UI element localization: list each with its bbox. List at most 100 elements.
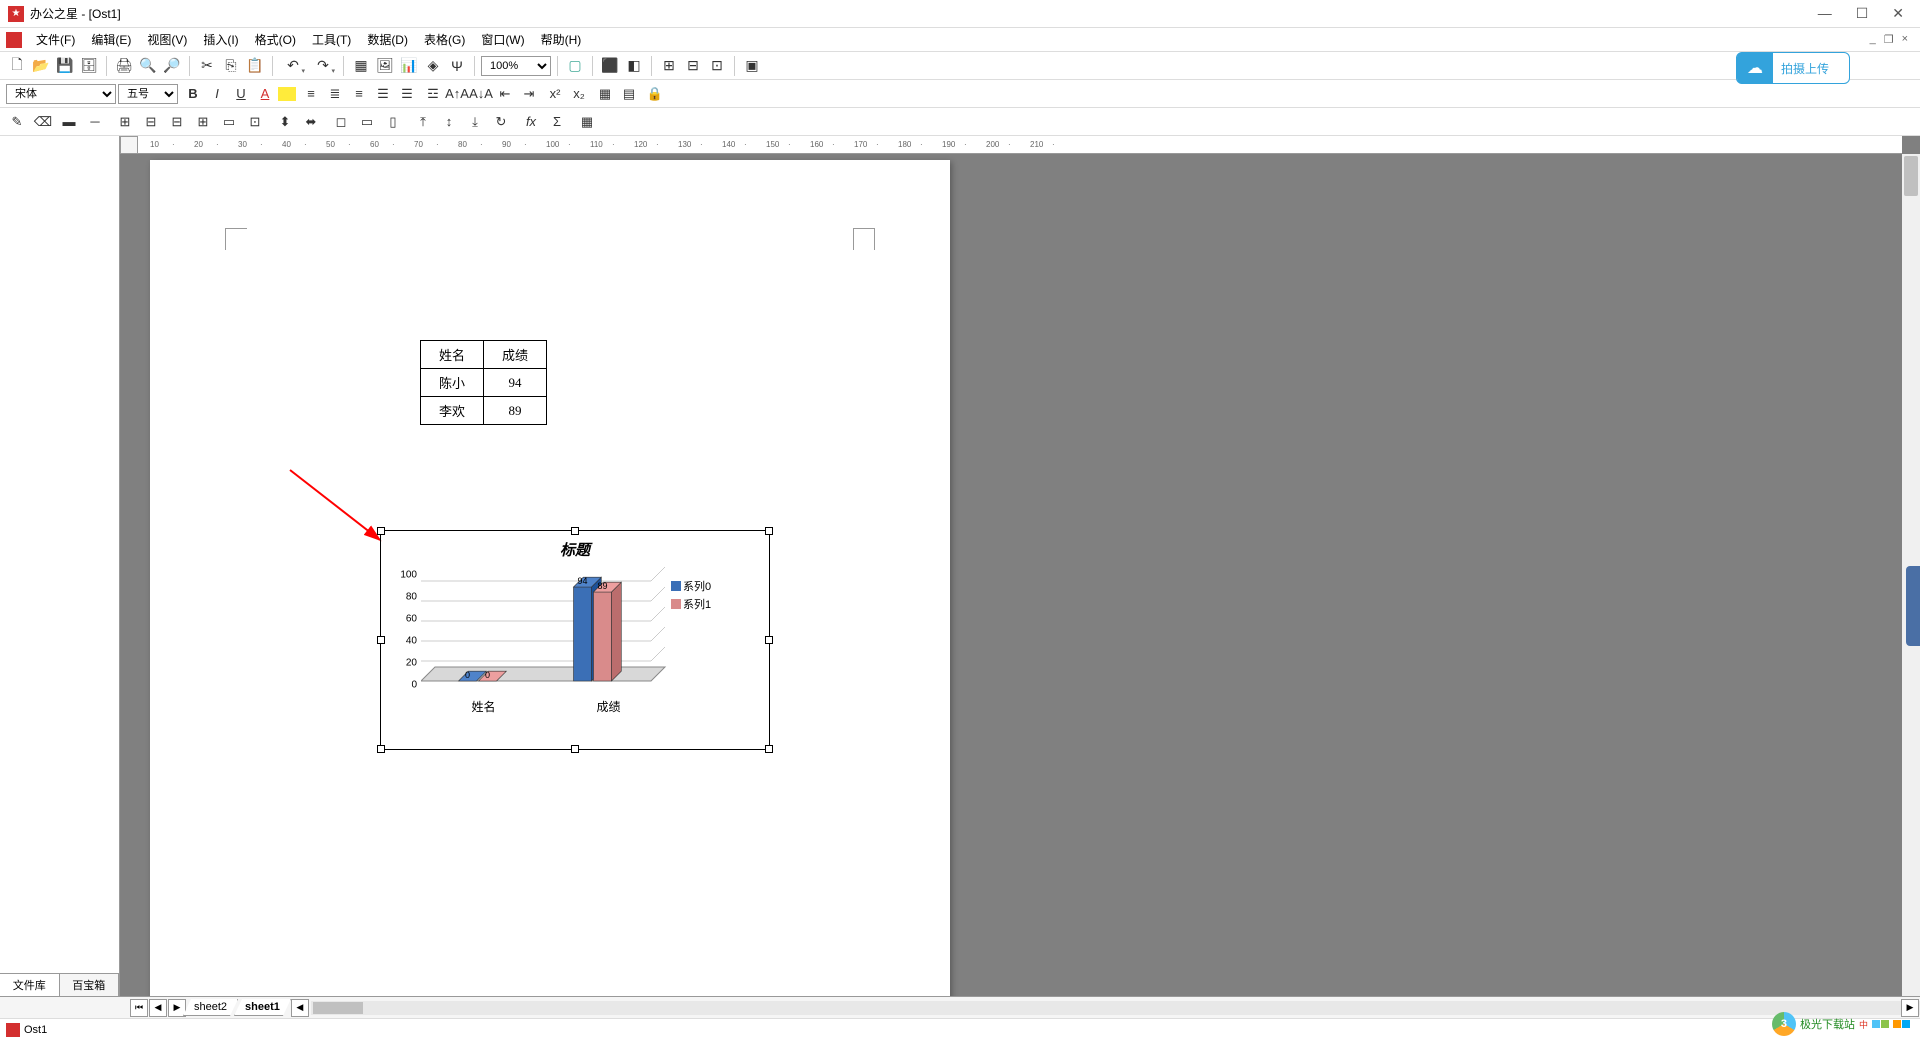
- font-color-button[interactable]: A: [254, 83, 276, 105]
- underline-button[interactable]: U: [230, 83, 252, 105]
- cut-button[interactable]: ✂: [196, 55, 218, 77]
- left-tab-files[interactable]: 文件库: [0, 974, 60, 996]
- minimize-button[interactable]: —: [1818, 5, 1832, 22]
- valign-mid-button[interactable]: ↕: [438, 111, 460, 133]
- paste-button[interactable]: 📋: [244, 55, 266, 77]
- delete-row-button[interactable]: ⊟: [166, 111, 188, 133]
- scrollbar-thumb[interactable]: [313, 1002, 363, 1014]
- grid1-button[interactable]: ⊞: [658, 55, 680, 77]
- symbol-button[interactable]: Ψ: [446, 55, 468, 77]
- close-button[interactable]: ✕: [1892, 5, 1904, 22]
- horizontal-scrollbar[interactable]: ◀▶: [311, 1001, 1920, 1015]
- cell1-button[interactable]: ◻: [330, 111, 352, 133]
- delete-col-button[interactable]: ⊞: [192, 111, 214, 133]
- style2-button[interactable]: A↓A: [470, 83, 492, 105]
- border2-button[interactable]: ▤: [618, 83, 640, 105]
- redo-button[interactable]: ↷: [309, 55, 337, 77]
- font-size-select[interactable]: 五号: [118, 84, 178, 104]
- scrollbar-thumb[interactable]: [1904, 156, 1918, 196]
- layout1-button[interactable]: ▢: [564, 55, 586, 77]
- sheet-tab[interactable]: sheet1: [234, 999, 291, 1016]
- align-right-button[interactable]: ≡: [348, 83, 370, 105]
- lock-button[interactable]: 🔒: [644, 83, 666, 105]
- extra-button[interactable]: ▣: [741, 55, 763, 77]
- table-cell[interactable]: 89: [484, 397, 547, 425]
- open-button[interactable]: 📂: [30, 55, 52, 77]
- highlight-button[interactable]: [278, 87, 296, 101]
- align-center-button[interactable]: ≣: [324, 83, 346, 105]
- resize-handle[interactable]: [377, 745, 385, 753]
- copy-button[interactable]: ⎘: [220, 55, 242, 77]
- table-button[interactable]: ▦: [350, 55, 372, 77]
- resize-handle[interactable]: [765, 527, 773, 535]
- split-button[interactable]: ⊡: [244, 111, 266, 133]
- grid2-button[interactable]: ⊟: [682, 55, 704, 77]
- split-h-button[interactable]: ⬛: [599, 55, 621, 77]
- table-cell[interactable]: 94: [484, 369, 547, 397]
- menu-view[interactable]: 视图(V): [139, 29, 195, 50]
- mdi-close[interactable]: ×: [1902, 33, 1908, 46]
- fill-button[interactable]: ▬: [58, 111, 80, 133]
- document-page[interactable]: 姓名 成绩 陈小 94 李欢 89: [150, 160, 950, 996]
- cell2-button[interactable]: ▭: [356, 111, 378, 133]
- resize-handle[interactable]: [377, 636, 385, 644]
- thumbnail-area[interactable]: [0, 136, 119, 973]
- resize-handle[interactable]: [571, 745, 579, 753]
- resize-handle[interactable]: [765, 745, 773, 753]
- save-button[interactable]: 💾: [54, 55, 76, 77]
- pen-button[interactable]: ✎: [6, 111, 28, 133]
- sub-button[interactable]: x₂: [568, 83, 590, 105]
- canvas-area[interactable]: 10·20·30·40·50·60·70·80·90·100·110·120·1…: [120, 136, 1920, 996]
- data-table[interactable]: 姓名 成绩 陈小 94 李欢 89: [420, 340, 547, 425]
- dist-rows-button[interactable]: ⬍: [274, 111, 296, 133]
- preview-button[interactable]: 🔍: [137, 55, 159, 77]
- resize-handle[interactable]: [377, 527, 385, 535]
- menu-edit[interactable]: 编辑(E): [83, 29, 139, 50]
- sheet-nav-first[interactable]: ⏮: [130, 999, 148, 1017]
- print-button[interactable]: 🖨: [113, 55, 135, 77]
- text-dir-button[interactable]: ↻: [490, 111, 512, 133]
- merge-button[interactable]: ▭: [218, 111, 240, 133]
- maximize-button[interactable]: ☐: [1856, 5, 1869, 22]
- menu-insert[interactable]: 插入(I): [195, 29, 246, 50]
- menu-help[interactable]: 帮助(H): [533, 29, 590, 50]
- resize-handle[interactable]: [571, 527, 579, 535]
- align-left-button[interactable]: ≡: [300, 83, 322, 105]
- style1-button[interactable]: A↑A: [446, 83, 468, 105]
- align-justify-button[interactable]: ☰: [372, 83, 394, 105]
- align-dist-button[interactable]: ☰: [396, 83, 418, 105]
- list-button[interactable]: ☲: [422, 83, 444, 105]
- menu-tools[interactable]: 工具(T): [304, 29, 359, 50]
- indent-inc-button[interactable]: ⇥: [518, 83, 540, 105]
- sheet-nav-prev[interactable]: ◀: [149, 999, 167, 1017]
- split-v-button[interactable]: ◧: [623, 55, 645, 77]
- table-header-cell[interactable]: 成绩: [484, 341, 547, 369]
- menu-window[interactable]: 窗口(W): [473, 29, 532, 50]
- insert-row-button[interactable]: ⊞: [114, 111, 136, 133]
- valign-top-button[interactable]: ⤒: [412, 111, 434, 133]
- bold-button[interactable]: B: [182, 83, 204, 105]
- zoom-select[interactable]: 100%: [481, 56, 551, 76]
- chart-object[interactable]: 标题 020406080100 0 0 94 89: [380, 530, 770, 750]
- object-button[interactable]: ◈: [422, 55, 444, 77]
- table-header-cell[interactable]: 姓名: [421, 341, 484, 369]
- mdi-minimize[interactable]: _: [1870, 33, 1876, 46]
- menu-format[interactable]: 格式(O): [247, 29, 304, 50]
- menu-data[interactable]: 数据(D): [359, 29, 416, 50]
- italic-button[interactable]: I: [206, 83, 228, 105]
- eraser-button[interactable]: ⌫: [32, 111, 54, 133]
- table-cell[interactable]: 李欢: [421, 397, 484, 425]
- valign-bot-button[interactable]: ⤓: [464, 111, 486, 133]
- resize-handle[interactable]: [765, 636, 773, 644]
- cell3-button[interactable]: ▯: [382, 111, 404, 133]
- font-name-select[interactable]: 宋体: [6, 84, 116, 104]
- sheet-nav-next[interactable]: ▶: [168, 999, 186, 1017]
- sup-button[interactable]: x²: [544, 83, 566, 105]
- menu-table[interactable]: 表格(G): [416, 29, 473, 50]
- horizontal-ruler[interactable]: 10·20·30·40·50·60·70·80·90·100·110·120·1…: [138, 136, 1902, 154]
- saveall-button[interactable]: 🗄: [78, 55, 100, 77]
- sum-button[interactable]: fx: [520, 111, 542, 133]
- ruler-corner[interactable]: [120, 136, 138, 154]
- upload-badge[interactable]: ☁ 拍摄上传: [1736, 52, 1850, 84]
- scroll-left[interactable]: ◀: [291, 999, 309, 1017]
